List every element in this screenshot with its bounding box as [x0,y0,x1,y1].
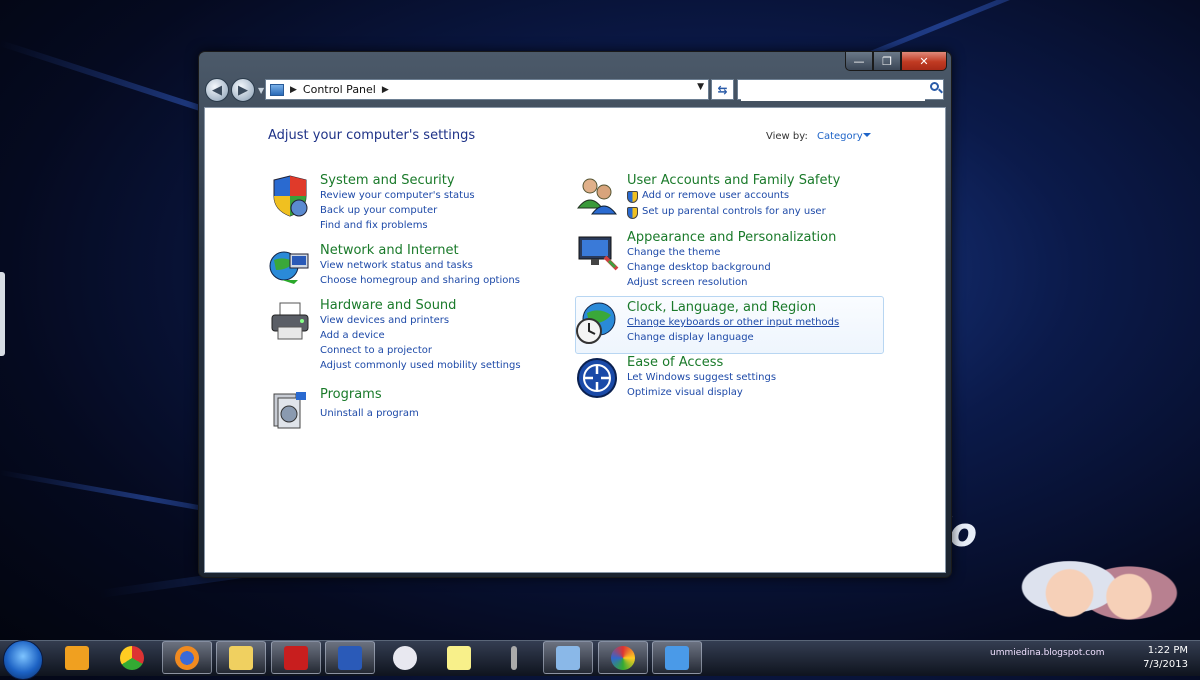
paint-palette-icon [393,645,417,670]
chrome-taskbar-button[interactable] [107,641,157,674]
search-icon[interactable] [930,82,939,91]
category-title[interactable]: Programs [320,387,382,402]
word-icon [338,645,362,670]
pinwheel-icon [611,645,635,670]
media-player-icon [65,645,89,670]
firefox-taskbar-button[interactable] [162,641,212,674]
link-back-up[interactable]: Back up your computer [320,205,437,216]
users-icon[interactable] [575,174,619,218]
clock-date: 7/3/2013 [1143,659,1188,670]
control-panel-window: — ❐ ✕ ◀ ▶ ▼ ▶ Control Panel ▶ ▼ ⇆ Adjust… [198,51,952,578]
category-title[interactable]: Clock, Language, and Region [627,300,816,315]
category-title[interactable]: User Accounts and Family Safety [627,173,840,188]
view-by-caret-icon[interactable] [863,133,871,137]
refresh-button[interactable]: ⇆ [711,79,734,100]
link-devices-printers[interactable]: View devices and printers [320,315,449,326]
navigation-buttons: ◀ ▶ ▼ [205,78,264,102]
uac-shield-icon [627,191,638,203]
word-taskbar-button[interactable] [325,641,375,674]
page-title: Adjust your computer's settings [268,128,476,143]
maximize-button[interactable]: ❐ [873,52,901,71]
breadcrumb-control-panel[interactable]: Control Panel [303,83,376,96]
recent-pages-dropdown-icon[interactable]: ▼ [258,86,264,95]
link-change-keyboards[interactable]: Change keyboards or other input methods [627,317,839,328]
address-bar[interactable]: ▶ Control Panel ▶ ▼ [265,79,709,100]
chrome-icon [120,645,144,670]
link-mobility-settings[interactable]: Adjust commonly used mobility settings [320,360,521,371]
category-title[interactable]: Appearance and Personalization [627,230,836,245]
ease-of-access-icon[interactable] [575,356,619,400]
link-optimize-visual[interactable]: Optimize visual display [627,387,743,398]
content-pane: Adjust your computer's settings View by:… [204,107,946,573]
monitor-paintbrush-icon[interactable] [575,231,619,275]
link-add-device[interactable]: Add a device [320,330,385,341]
breadcrumb-chevron-icon[interactable]: ▶ [382,85,389,95]
link-parental-controls[interactable]: Set up parental controls for any user [642,206,826,217]
search-box[interactable] [737,79,944,101]
network-globe-icon[interactable] [268,244,312,288]
desktop-photo [1010,527,1180,647]
category-title[interactable]: System and Security [320,173,455,188]
recorder-taskbar-button[interactable] [489,641,539,674]
link-suggest-settings[interactable]: Let Windows suggest settings [627,372,776,383]
control-panel-icon [665,645,689,670]
shield-icon[interactable] [268,174,312,218]
paint-taskbar-button[interactable] [380,641,430,674]
link-find-fix-problems[interactable]: Find and fix problems [320,220,428,231]
microphone-icon [511,645,517,670]
link-connect-projector[interactable]: Connect to a projector [320,345,432,356]
category-title[interactable]: Hardware and Sound [320,298,456,313]
search-input[interactable] [741,82,925,101]
link-screen-resolution[interactable]: Adjust screen resolution [627,277,748,288]
uac-shield-icon [627,207,638,219]
link-display-language[interactable]: Change display language [627,332,754,343]
pdf-icon [284,645,308,670]
sticky-note-icon [447,645,471,670]
link-change-theme[interactable]: Change the theme [627,247,720,258]
folder-icon [229,645,253,670]
adobe-reader-taskbar-button[interactable] [271,641,321,674]
minimize-button[interactable]: — [845,52,873,71]
view-by-label: View by: [766,131,808,142]
computer-icon [556,645,580,670]
link-uninstall-program[interactable]: Uninstall a program [320,408,419,419]
media-player-taskbar-button[interactable] [52,641,102,674]
forward-button[interactable]: ▶ [231,78,255,102]
category-title[interactable]: Network and Internet [320,243,459,258]
control-panel-icon [270,83,284,96]
category-title[interactable]: Ease of Access [627,355,723,370]
link-desktop-background[interactable]: Change desktop background [627,262,771,273]
link-add-remove-accounts[interactable]: Add or remove user accounts [642,190,789,201]
view-by-dropdown[interactable]: Category [817,131,863,142]
breadcrumb-chevron-icon[interactable]: ▶ [290,85,297,95]
start-button[interactable] [3,640,43,680]
pinwheel-taskbar-button[interactable] [598,641,648,674]
back-button[interactable]: ◀ [205,78,229,102]
link-network-status[interactable]: View network status and tasks [320,260,473,271]
system-clock[interactable]: 1:22 PM 7/3/2013 [1128,644,1188,672]
desktop-gadget[interactable] [0,272,5,356]
firefox-icon [175,645,199,670]
close-button[interactable]: ✕ [901,52,947,71]
printer-icon[interactable] [268,299,312,343]
sticky-notes-taskbar-button[interactable] [434,641,484,674]
watermark-text: ummiedina.blogspot.com [990,648,1105,658]
remote-desktop-taskbar-button[interactable] [543,641,593,674]
programs-box-icon[interactable] [268,388,312,432]
caption-buttons: — ❐ ✕ [845,52,947,71]
control-panel-taskbar-button[interactable] [652,641,702,674]
link-homegroup-sharing[interactable]: Choose homegroup and sharing options [320,275,520,286]
explorer-taskbar-button[interactable] [216,641,266,674]
clock-time: 1:22 PM [1147,645,1188,656]
address-dropdown-icon[interactable]: ▼ [697,82,704,92]
link-review-status[interactable]: Review your computer's status [320,190,475,201]
clock-globe-icon[interactable] [575,301,619,345]
